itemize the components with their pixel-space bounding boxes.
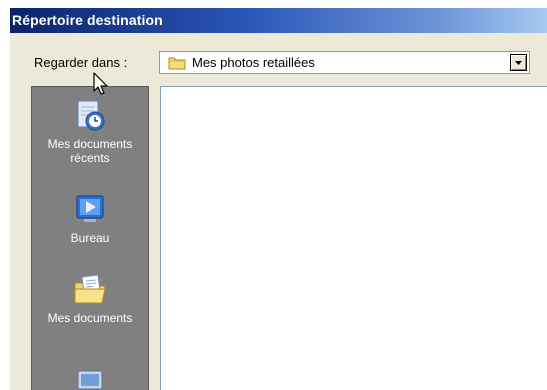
place-recent-documents[interactable]: Mes documents récents bbox=[32, 97, 148, 165]
look-in-dropdown[interactable]: Mes photos retaillées bbox=[159, 51, 530, 74]
place-label-my-documents: Mes documents bbox=[47, 311, 133, 325]
my-documents-icon bbox=[72, 271, 108, 307]
recent-documents-icon bbox=[72, 97, 108, 133]
place-my-computer[interactable] bbox=[32, 369, 148, 390]
file-list-area[interactable] bbox=[160, 86, 547, 390]
places-bar: Mes documents récents Bureau Mes documen… bbox=[31, 86, 149, 390]
window-title: Répertoire destination bbox=[12, 12, 163, 28]
place-label-desktop: Bureau bbox=[70, 231, 110, 245]
look-in-value: Mes photos retaillées bbox=[192, 55, 315, 70]
look-in-label: Regarder dans : bbox=[34, 55, 128, 70]
mouse-cursor-icon bbox=[93, 72, 108, 95]
place-label-recent: Mes documents récents bbox=[47, 137, 133, 165]
folder-icon bbox=[168, 56, 186, 70]
place-desktop[interactable]: Bureau bbox=[32, 191, 148, 245]
chevron-down-icon bbox=[515, 61, 522, 65]
title-bar[interactable]: Répertoire destination bbox=[10, 8, 547, 33]
place-my-documents[interactable]: Mes documents bbox=[32, 271, 148, 325]
my-computer-icon bbox=[72, 369, 108, 390]
dropdown-arrow-button[interactable] bbox=[510, 54, 527, 71]
desktop-icon bbox=[72, 191, 108, 227]
save-dialog: Répertoire destination Regarder dans : M… bbox=[10, 8, 547, 390]
